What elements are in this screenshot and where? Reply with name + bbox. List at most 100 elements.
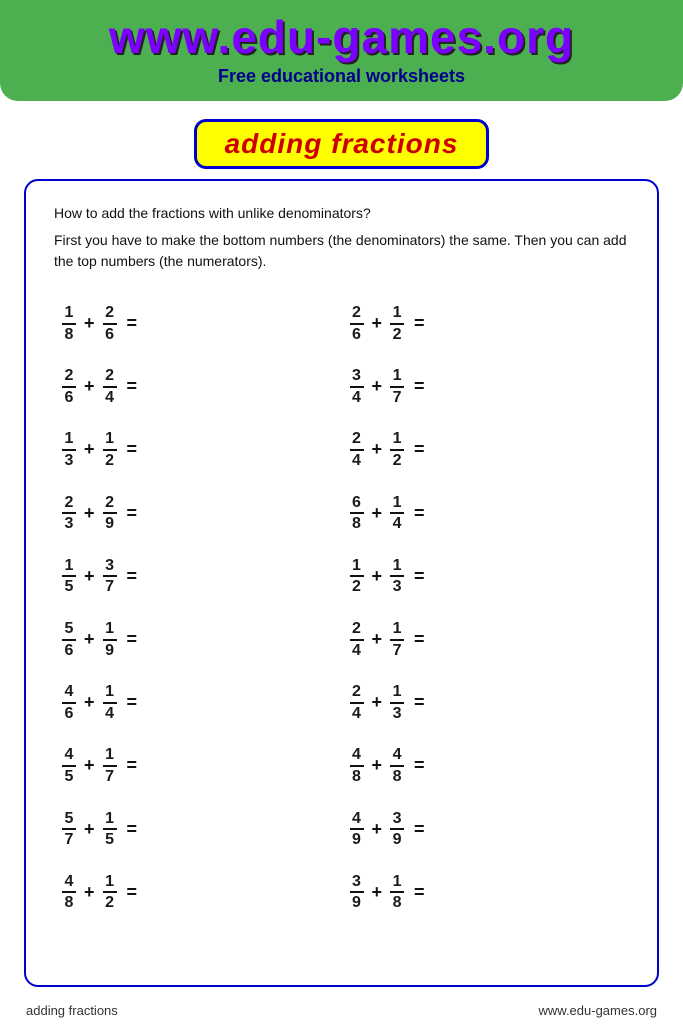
problem: 2 4 + 1 7 = bbox=[342, 608, 630, 671]
worksheet: How to add the fractions with unlike den… bbox=[24, 179, 659, 987]
plus-operator: + bbox=[372, 692, 383, 713]
equals-sign: = bbox=[414, 882, 425, 903]
plus-operator: + bbox=[372, 882, 383, 903]
plus-operator: + bbox=[84, 503, 95, 524]
problem: 5 6 + 1 9 = bbox=[54, 608, 342, 671]
equals-sign: = bbox=[414, 376, 425, 397]
fraction: 5 6 bbox=[62, 620, 76, 659]
equals-sign: = bbox=[127, 503, 138, 524]
equals-sign: = bbox=[127, 439, 138, 460]
fraction: 2 6 bbox=[62, 367, 76, 406]
footer-left: adding fractions bbox=[26, 1003, 118, 1018]
fraction: 3 9 bbox=[350, 873, 364, 912]
plus-operator: + bbox=[372, 566, 383, 587]
equals-sign: = bbox=[127, 755, 138, 776]
plus-operator: + bbox=[372, 629, 383, 650]
fraction: 3 9 bbox=[390, 810, 404, 849]
fraction: 1 4 bbox=[390, 494, 404, 533]
plus-operator: + bbox=[84, 692, 95, 713]
fraction: 3 4 bbox=[350, 367, 364, 406]
equals-sign: = bbox=[414, 629, 425, 650]
fraction: 1 2 bbox=[103, 873, 117, 912]
fraction: 2 3 bbox=[62, 494, 76, 533]
site-title: www.edu-games.org bbox=[20, 10, 663, 64]
footer-right: www.edu-games.org bbox=[539, 1003, 658, 1018]
fraction: 1 3 bbox=[62, 430, 76, 469]
instruction-line2: First you have to make the bottom number… bbox=[54, 230, 629, 272]
plus-operator: + bbox=[372, 819, 383, 840]
plus-operator: + bbox=[372, 503, 383, 524]
header: www.edu-games.org Free educational works… bbox=[0, 0, 683, 101]
equals-sign: = bbox=[127, 376, 138, 397]
plus-operator: + bbox=[84, 566, 95, 587]
footer: adding fractions www.edu-games.org bbox=[0, 997, 683, 1024]
fraction: 1 8 bbox=[390, 873, 404, 912]
problem: 3 4 + 1 7 = bbox=[342, 355, 630, 418]
equals-sign: = bbox=[414, 439, 425, 460]
plus-operator: + bbox=[372, 755, 383, 776]
instructions: How to add the fractions with unlike den… bbox=[54, 203, 629, 272]
equals-sign: = bbox=[127, 692, 138, 713]
plus-operator: + bbox=[84, 755, 95, 776]
equals-sign: = bbox=[414, 692, 425, 713]
problem: 2 4 + 1 2 = bbox=[342, 418, 630, 481]
plus-operator: + bbox=[84, 882, 95, 903]
fraction: 1 9 bbox=[103, 620, 117, 659]
fraction: 6 8 bbox=[350, 494, 364, 533]
problem: 3 9 + 1 8 = bbox=[342, 861, 630, 924]
problem: 1 2 + 1 3 = bbox=[342, 545, 630, 608]
fraction: 1 2 bbox=[350, 557, 364, 596]
equals-sign: = bbox=[414, 503, 425, 524]
problem: 2 6 + 2 4 = bbox=[54, 355, 342, 418]
fraction: 4 8 bbox=[350, 746, 364, 785]
equals-sign: = bbox=[414, 313, 425, 334]
plus-operator: + bbox=[84, 376, 95, 397]
title-row: adding fractions bbox=[0, 119, 683, 169]
fraction: 4 8 bbox=[62, 873, 76, 912]
problem: 5 7 + 1 5 = bbox=[54, 798, 342, 861]
plus-operator: + bbox=[84, 313, 95, 334]
equals-sign: = bbox=[127, 313, 138, 334]
plus-operator: + bbox=[84, 819, 95, 840]
fraction: 2 4 bbox=[350, 430, 364, 469]
plus-operator: + bbox=[372, 376, 383, 397]
problem: 1 3 + 1 2 = bbox=[54, 418, 342, 481]
equals-sign: = bbox=[414, 819, 425, 840]
fraction: 1 2 bbox=[390, 304, 404, 343]
problem: 2 4 + 1 3 = bbox=[342, 671, 630, 734]
problem: 1 5 + 3 7 = bbox=[54, 545, 342, 608]
fraction: 2 4 bbox=[350, 620, 364, 659]
equals-sign: = bbox=[127, 882, 138, 903]
fraction: 3 7 bbox=[103, 557, 117, 596]
fraction: 1 3 bbox=[390, 683, 404, 722]
problem: 4 5 + 1 7 = bbox=[54, 734, 342, 797]
plus-operator: + bbox=[84, 439, 95, 460]
fraction: 1 8 bbox=[62, 304, 76, 343]
equals-sign: = bbox=[127, 819, 138, 840]
equals-sign: = bbox=[127, 629, 138, 650]
fraction: 1 2 bbox=[390, 430, 404, 469]
fraction: 1 7 bbox=[390, 367, 404, 406]
fraction: 2 4 bbox=[103, 367, 117, 406]
fraction: 5 7 bbox=[62, 810, 76, 849]
fraction: 1 7 bbox=[103, 746, 117, 785]
fraction: 4 6 bbox=[62, 683, 76, 722]
problem: 4 9 + 3 9 = bbox=[342, 798, 630, 861]
problem: 4 8 + 1 2 = bbox=[54, 861, 342, 924]
equals-sign: = bbox=[414, 566, 425, 587]
fraction: 1 4 bbox=[103, 683, 117, 722]
plus-operator: + bbox=[372, 313, 383, 334]
fraction: 1 3 bbox=[390, 557, 404, 596]
problem: 4 6 + 1 4 = bbox=[54, 671, 342, 734]
instruction-line1: How to add the fractions with unlike den… bbox=[54, 203, 629, 224]
plus-operator: + bbox=[84, 629, 95, 650]
problem: 2 3 + 2 9 = bbox=[54, 482, 342, 545]
fraction: 4 8 bbox=[390, 746, 404, 785]
problem: 1 8 + 2 6 = bbox=[54, 292, 342, 355]
fraction: 2 9 bbox=[103, 494, 117, 533]
problems-grid: 1 8 + 2 6 = 2 6 + 1 2 = 2 6 + 2 4 = bbox=[54, 292, 629, 924]
fraction: 2 4 bbox=[350, 683, 364, 722]
site-subtitle: Free educational worksheets bbox=[20, 66, 663, 87]
plus-operator: + bbox=[372, 439, 383, 460]
fraction: 1 5 bbox=[103, 810, 117, 849]
